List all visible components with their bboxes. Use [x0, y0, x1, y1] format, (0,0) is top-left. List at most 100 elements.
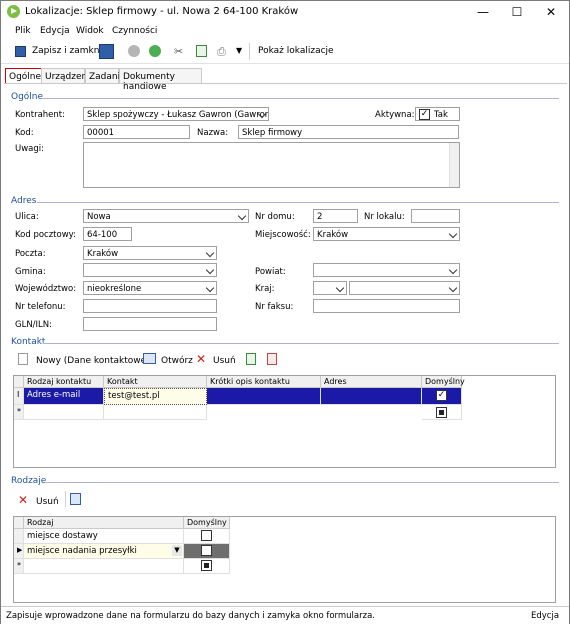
active-field[interactable]: ✓ Tak: [415, 107, 460, 121]
phone-label: Nr telefonu:: [15, 302, 66, 312]
default-cell[interactable]: ✓: [422, 388, 462, 405]
commune-select[interactable]: [83, 263, 217, 277]
col-kind-default[interactable]: Domyślny: [184, 517, 230, 529]
name-input[interactable]: Sklep firmowy: [238, 125, 459, 139]
phone-input[interactable]: [83, 299, 217, 313]
house-input[interactable]: 2: [313, 209, 358, 223]
menu-plik[interactable]: Plik: [15, 26, 31, 36]
save-close-button[interactable]: Zapisz i zamknij: [32, 46, 104, 56]
delete-icon: ✕: [18, 493, 29, 507]
open-contact-button[interactable]: Otwórz: [161, 356, 193, 366]
toolbar: Zapisz i zamknij ✂ ⎙ ▼ Pokaż lokalizacje: [1, 40, 569, 64]
printer-icon[interactable]: ⎙: [217, 45, 226, 59]
notes-scrollbar[interactable]: [449, 143, 459, 187]
new-row-default-cell[interactable]: [422, 405, 462, 420]
country-select[interactable]: [349, 281, 460, 295]
kind-default-cell[interactable]: [184, 544, 230, 559]
kind-cell[interactable]: miejsce nadania przesyłki ▼: [24, 544, 184, 559]
row-header-corner: [14, 517, 24, 529]
refresh-doc-icon[interactable]: [196, 45, 207, 57]
kind-default-cell[interactable]: [184, 529, 230, 544]
chevron-down-icon: [335, 283, 345, 293]
new-contact-button[interactable]: Nowy (Dane kontaktowe): [36, 356, 150, 366]
show-location-button[interactable]: Pokaż lokalizacje: [258, 46, 334, 56]
new-row-cell[interactable]: [24, 405, 104, 420]
delete-contact-button[interactable]: Usuń: [213, 356, 236, 366]
section-address-title: Adres: [11, 196, 37, 206]
section-divider: [37, 202, 559, 203]
indeterminate-checkbox[interactable]: [436, 407, 447, 418]
col-address[interactable]: Adres: [321, 376, 422, 388]
contact-type-cell[interactable]: Adres e-mail: [24, 388, 104, 405]
street-select[interactable]: Nowa: [83, 209, 249, 223]
country-code-select[interactable]: [313, 281, 347, 295]
tab-zadania[interactable]: Zadania: [85, 68, 126, 84]
default-checkbox[interactable]: [201, 545, 212, 556]
tab-ogolne[interactable]: Ogólne: [5, 68, 42, 84]
maximize-button[interactable]: ☐: [500, 1, 534, 23]
active-checkbox[interactable]: ✓: [419, 109, 430, 120]
city-value: Kraków: [317, 230, 349, 240]
city-select[interactable]: Kraków: [313, 227, 460, 241]
chevron-down-icon[interactable]: ▼: [172, 545, 182, 556]
close-button[interactable]: ✕: [534, 1, 568, 23]
col-contact-type[interactable]: Rodzaj kontaktu: [24, 376, 104, 388]
default-checkbox[interactable]: ✓: [436, 390, 447, 401]
status-bar: Zapisuje wprowadzone dane na formularzu …: [1, 606, 569, 624]
minimize-button[interactable]: —: [466, 1, 500, 23]
menu-widok[interactable]: Widok: [76, 26, 104, 36]
col-contact[interactable]: Kontakt: [104, 376, 207, 388]
new-kind-default-cell[interactable]: [184, 559, 230, 574]
flat-input[interactable]: [411, 209, 460, 223]
menu-czynnosci[interactable]: Czynności: [112, 26, 157, 36]
fax-input[interactable]: [313, 299, 460, 313]
county-select[interactable]: [313, 263, 460, 277]
post-select[interactable]: Kraków: [83, 246, 217, 260]
chevron-down-icon: [448, 283, 458, 293]
address-cell[interactable]: [321, 388, 422, 405]
chevron-down-icon[interactable]: ▼: [236, 46, 242, 55]
toolbar-separator: [249, 43, 250, 60]
default-checkbox[interactable]: [201, 530, 212, 541]
col-kind[interactable]: Rodzaj: [24, 517, 184, 529]
save-icon: [15, 46, 26, 57]
gln-input[interactable]: [83, 317, 217, 331]
chevron-down-icon: [205, 283, 215, 293]
row-header-corner: [14, 376, 24, 388]
forward-icon[interactable]: [149, 45, 161, 57]
voivodeship-value: nieokreślone: [87, 284, 142, 294]
kind-cell-text: miejsce nadania przesyłki: [27, 546, 137, 556]
postal-input[interactable]: 64-100: [83, 227, 132, 241]
new-row-marker: *: [14, 405, 24, 420]
notes-textarea[interactable]: [83, 142, 460, 188]
post-label: Poczta:: [15, 249, 46, 259]
chevron-down-icon: [205, 248, 215, 258]
code-input[interactable]: 00001: [83, 125, 190, 139]
house-label: Nr domu:: [255, 212, 295, 222]
short-desc-cell[interactable]: [207, 388, 321, 405]
contractor-select[interactable]: Sklep spożywczy - Łukasz Gawron (Gawron): [83, 107, 269, 121]
new-kind-cell[interactable]: [24, 559, 184, 574]
uncheck-doc-icon[interactable]: [267, 353, 277, 365]
tab-urzadzenia[interactable]: Urządzenia: [41, 68, 95, 84]
row-header: [14, 529, 24, 544]
save-as-icon[interactable]: [99, 44, 114, 59]
menu-edycja[interactable]: Edycja: [40, 26, 70, 36]
edit-icon[interactable]: [70, 493, 81, 505]
kind-cell[interactable]: miejsce dostawy: [24, 529, 184, 544]
tools-icon[interactable]: ✂: [174, 45, 183, 58]
new-row-cell[interactable]: [104, 405, 207, 420]
tab-dokumenty[interactable]: Dokumenty handlowe: [119, 68, 202, 92]
chevron-down-icon: [448, 265, 458, 275]
contact-value-cell[interactable]: test@test.pl: [104, 388, 207, 405]
section-kinds-title: Rodzaje: [11, 476, 47, 486]
delete-kind-button[interactable]: Usuń: [36, 497, 59, 507]
indeterminate-checkbox[interactable]: [201, 560, 212, 571]
check-doc-icon[interactable]: [246, 353, 256, 365]
voivodeship-select[interactable]: nieokreślone: [83, 281, 217, 295]
col-short-desc[interactable]: Krótki opis kontaktu: [207, 376, 321, 388]
col-default[interactable]: Domyślny: [422, 376, 465, 388]
status-mode: Edycja: [531, 611, 560, 621]
back-icon[interactable]: [128, 45, 140, 57]
fax-label: Nr faksu:: [255, 302, 294, 312]
